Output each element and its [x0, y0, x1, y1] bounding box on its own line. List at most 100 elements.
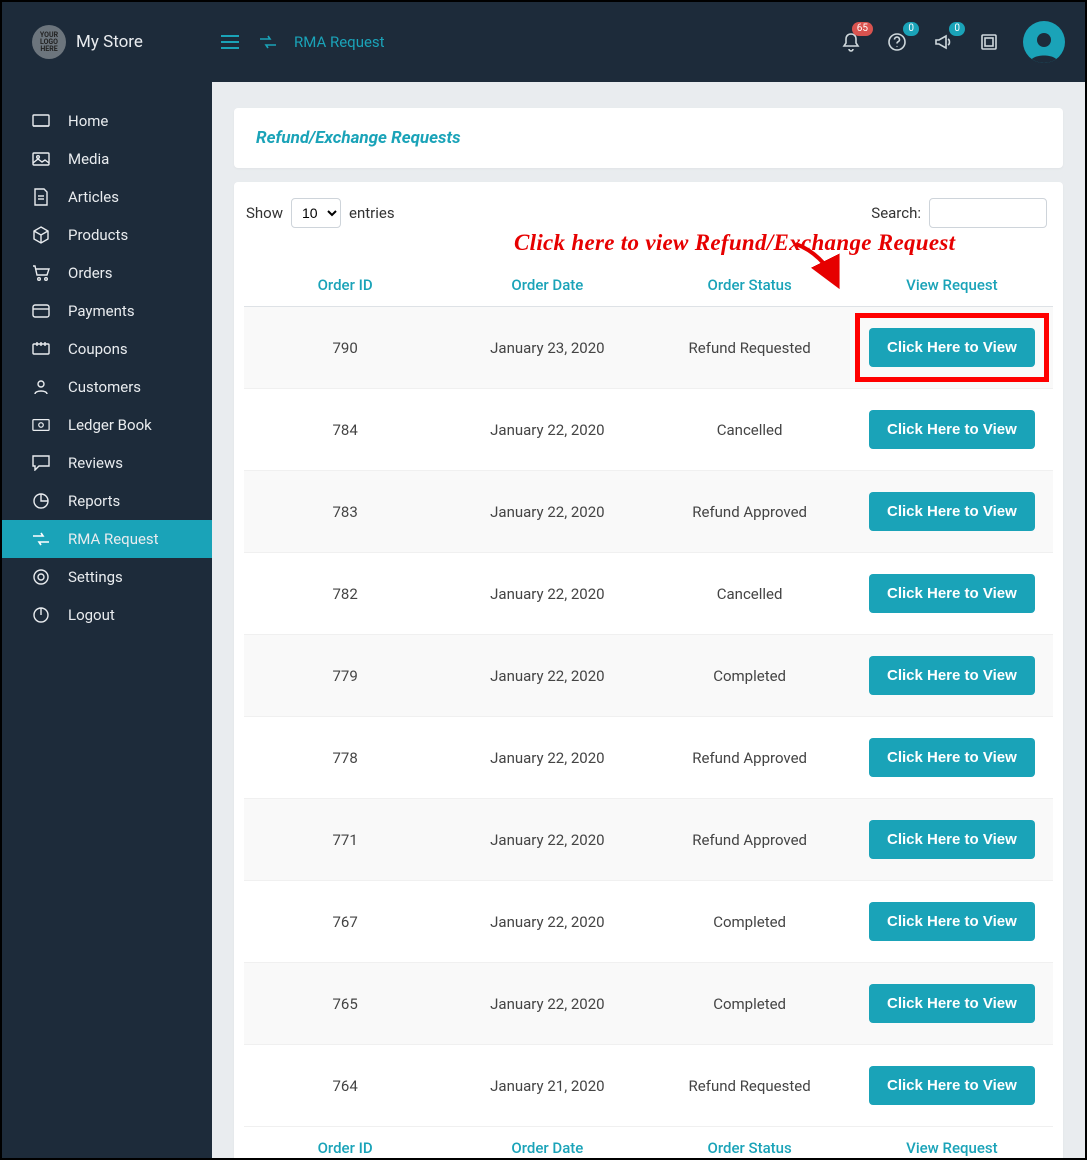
page-title: Refund/Exchange Requests: [256, 128, 1041, 148]
cell-view-request: Click Here to View: [851, 963, 1053, 1045]
payments-icon: [32, 302, 50, 320]
cell-order-id: 790: [244, 307, 446, 389]
sidebar-item-ledger[interactable]: Ledger Book: [2, 406, 212, 444]
view-request-button[interactable]: Click Here to View: [869, 1066, 1035, 1105]
announcements-icon[interactable]: 0: [931, 30, 955, 54]
sidebar-item-label: Articles: [68, 188, 119, 206]
topbar-controls: RMA Request: [212, 30, 385, 54]
cell-order-id: 782: [244, 553, 446, 635]
view-request-button[interactable]: Click Here to View: [869, 902, 1035, 941]
cell-order-id: 779: [244, 635, 446, 717]
help-badge: 0: [903, 22, 919, 36]
cell-order-id: 778: [244, 717, 446, 799]
sidebar-item-label: Logout: [68, 606, 115, 624]
cell-order-date: January 22, 2020: [446, 471, 648, 553]
articles-icon: [32, 188, 50, 206]
sidebar-item-payments[interactable]: Payments: [2, 292, 212, 330]
settings-icon: [32, 568, 50, 586]
cell-view-request: Click Here to View: [851, 307, 1053, 389]
cell-order-date: January 22, 2020: [446, 635, 648, 717]
cell-order-status: Refund Requested: [649, 1045, 851, 1127]
column-header-view[interactable]: View Request: [851, 264, 1053, 307]
refresh-icon[interactable]: [256, 30, 280, 54]
cell-order-date: January 22, 2020: [446, 389, 648, 471]
view-request-button[interactable]: Click Here to View: [869, 574, 1035, 613]
column-header-id[interactable]: Order ID: [244, 264, 446, 307]
breadcrumb-current[interactable]: RMA Request: [294, 33, 385, 51]
notifications-icon[interactable]: 65: [839, 30, 863, 54]
sidebar-item-label: Customers: [68, 378, 141, 396]
cell-view-request: Click Here to View: [851, 717, 1053, 799]
sidebar-item-reviews[interactable]: Reviews: [2, 444, 212, 482]
sidebar-item-label: Orders: [68, 264, 113, 282]
sidebar-item-customers[interactable]: Customers: [2, 368, 212, 406]
column-footer-view: View Request: [851, 1127, 1053, 1159]
user-avatar[interactable]: [1023, 21, 1065, 63]
cell-order-date: January 22, 2020: [446, 717, 648, 799]
sidebar-item-label: Products: [68, 226, 128, 244]
table-row: 767January 22, 2020CompletedClick Here t…: [244, 881, 1053, 963]
announcements-badge: 0: [949, 22, 965, 36]
docs-icon[interactable]: [977, 30, 1001, 54]
cell-view-request: Click Here to View: [851, 799, 1053, 881]
sidebar-item-coupons[interactable]: Coupons: [2, 330, 212, 368]
view-request-button[interactable]: Click Here to View: [869, 820, 1035, 859]
store-name: My Store: [76, 32, 143, 52]
cell-order-status: Completed: [649, 963, 851, 1045]
view-request-button[interactable]: Click Here to View: [869, 738, 1035, 777]
cell-order-date: January 22, 2020: [446, 881, 648, 963]
ledger-icon: [32, 416, 50, 434]
column-header-status[interactable]: Order Status: [649, 264, 851, 307]
view-request-button[interactable]: Click Here to View: [869, 984, 1035, 1023]
table-row: 771January 22, 2020Refund ApprovedClick …: [244, 799, 1053, 881]
cell-order-id: 783: [244, 471, 446, 553]
column-footer-id: Order ID: [244, 1127, 446, 1159]
search-input[interactable]: [929, 198, 1047, 228]
media-icon: [32, 150, 50, 168]
sidebar-item-reports[interactable]: Reports: [2, 482, 212, 520]
cell-order-id: 784: [244, 389, 446, 471]
table-row: 784January 22, 2020CancelledClick Here t…: [244, 389, 1053, 471]
table-row: 779January 22, 2020Completed Click Here t…: [244, 635, 1053, 717]
cell-order-date: January 22, 2020: [446, 799, 648, 881]
cell-order-date: January 23, 2020: [446, 307, 648, 389]
cell-order-status: Refund Approved: [649, 799, 851, 881]
reports-icon: [32, 492, 50, 510]
column-footer-date: Order Date: [446, 1127, 648, 1159]
sidebar-item-label: Payments: [68, 302, 135, 320]
view-request-button[interactable]: Click Here to View: [869, 656, 1035, 695]
cell-order-status: Completed: [649, 881, 851, 963]
sidebar-item-orders[interactable]: Orders: [2, 254, 212, 292]
datatable-card: Show 10 entries Search: Click here to vi…: [234, 182, 1063, 1158]
cell-order-id: 764: [244, 1045, 446, 1127]
home-icon: [32, 112, 50, 130]
sidebar-item-label: Home: [68, 112, 108, 130]
view-request-button[interactable]: Click Here to View: [869, 492, 1035, 531]
table-row: 782January 22, 2020CancelledClick Here t…: [244, 553, 1053, 635]
sidebar-item-articles[interactable]: Articles: [2, 178, 212, 216]
table-row: 790January 23, 2020Refund RequestedClick…: [244, 307, 1053, 389]
sidebar-item-label: Reviews: [68, 454, 123, 472]
sidebar-item-rma[interactable]: RMA Request: [2, 520, 212, 558]
sidebar-item-label: Reports: [68, 492, 120, 510]
cell-order-id: 765: [244, 963, 446, 1045]
cell-order-date: January 22, 2020: [446, 553, 648, 635]
view-request-button[interactable]: Click Here to View: [869, 328, 1035, 367]
sidebar-item-media[interactable]: Media: [2, 140, 212, 178]
view-request-button[interactable]: Click Here to View: [869, 410, 1035, 449]
column-footer-status: Order Status: [649, 1127, 851, 1159]
table-row: 778January 22, 2020Refund ApprovedClick …: [244, 717, 1053, 799]
menu-toggle-icon[interactable]: [218, 30, 242, 54]
sidebar-item-home[interactable]: Home: [2, 102, 212, 140]
table-row: 783January 22, 2020Refund ApprovedClick …: [244, 471, 1053, 553]
sidebar-item-settings[interactable]: Settings: [2, 558, 212, 596]
entries-select[interactable]: 10: [291, 198, 341, 228]
sidebar-item-logout[interactable]: Logout: [2, 596, 212, 634]
help-icon[interactable]: 0: [885, 30, 909, 54]
cell-view-request: Click Here to View: [851, 635, 1053, 717]
cell-order-status: Completed: [649, 635, 851, 717]
column-header-date[interactable]: Order Date: [446, 264, 648, 307]
show-suffix: entries: [349, 204, 395, 222]
sidebar-item-products[interactable]: Products: [2, 216, 212, 254]
cell-view-request: Click Here to View: [851, 389, 1053, 471]
